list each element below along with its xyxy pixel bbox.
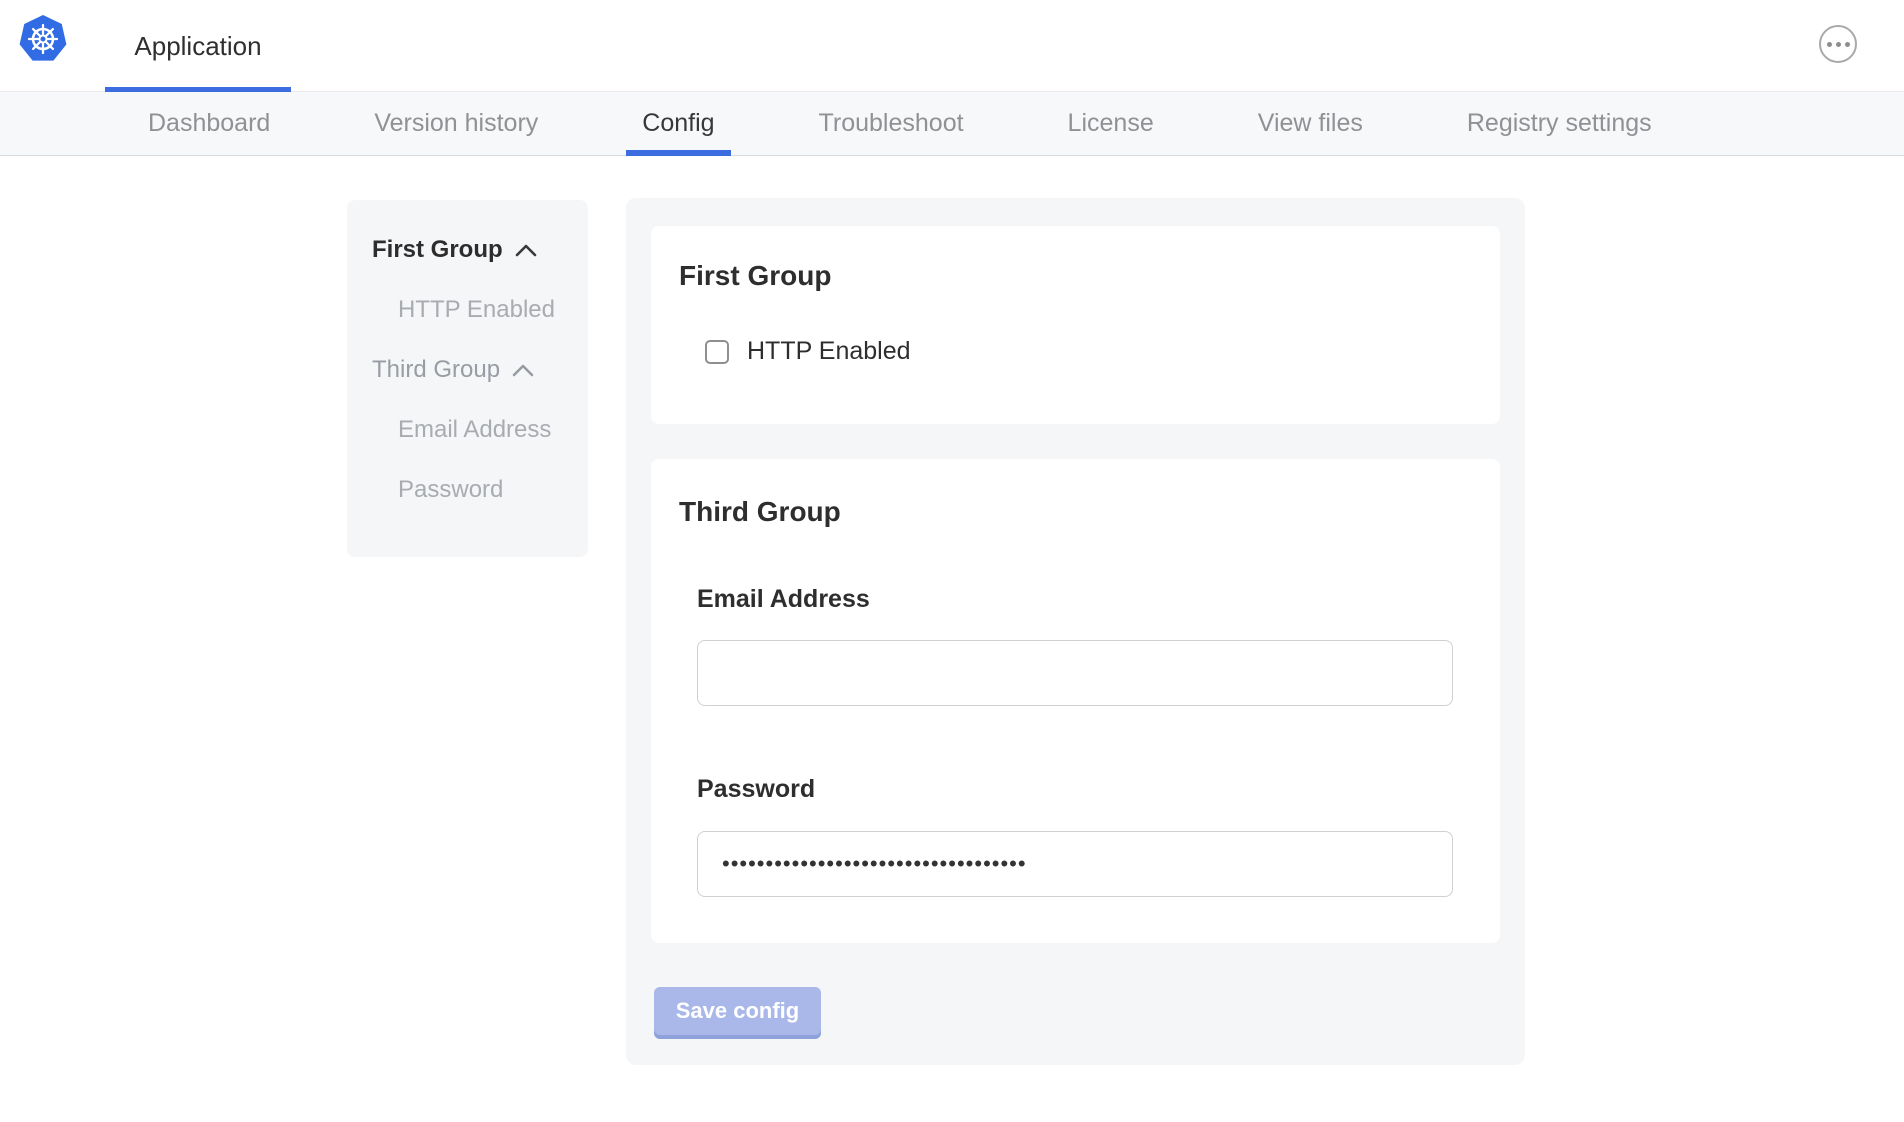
sidebar-item-label: Password: [398, 476, 503, 504]
save-config-button[interactable]: Save config: [654, 987, 821, 1035]
config-group-card-third-group: Third Group Email Address Password: [651, 459, 1500, 943]
tab-label: Troubleshoot: [819, 109, 964, 138]
admin-console-page: Application Dashboard Version history Co…: [0, 0, 1904, 1122]
tab-label: View files: [1258, 109, 1363, 138]
tab-label: Version history: [374, 109, 538, 138]
app-subnav: Dashboard Version history Config Trouble…: [0, 92, 1904, 156]
config-main-area: First Group HTTP Enabled Third Group Ema…: [626, 198, 1525, 1065]
chevron-up-icon: [515, 244, 537, 257]
tab-troubleshoot[interactable]: Troubleshoot: [819, 92, 964, 155]
ellipsis-icon: [1845, 42, 1850, 47]
app-tab-label: Application: [134, 31, 261, 62]
tab-application[interactable]: Application: [105, 0, 291, 92]
password-label: Password: [697, 775, 815, 804]
email-address-label: Email Address: [697, 585, 870, 614]
tab-dashboard[interactable]: Dashboard: [148, 92, 270, 155]
active-tab-underline: [626, 150, 730, 156]
sidebar-item-label: Email Address: [398, 416, 551, 444]
sidebar-group-third-group[interactable]: Third Group: [372, 340, 588, 400]
email-address-input[interactable]: [697, 640, 1453, 706]
group-title: Third Group: [679, 496, 841, 528]
http-enabled-checkbox[interactable]: [705, 340, 729, 364]
sidebar-group-label: Third Group: [372, 356, 500, 384]
password-input[interactable]: [697, 831, 1453, 897]
group-title: First Group: [679, 260, 831, 292]
ellipsis-icon: [1827, 42, 1832, 47]
config-group-card-first-group: First Group HTTP Enabled: [651, 226, 1500, 424]
http-enabled-field: HTTP Enabled: [705, 337, 911, 366]
config-groups-sidebar: First Group HTTP Enabled Third Group Ema…: [347, 200, 588, 557]
tab-version-history[interactable]: Version history: [374, 92, 538, 155]
top-header: Application: [0, 0, 1904, 92]
sidebar-group-first-group[interactable]: First Group: [372, 220, 588, 280]
tab-license[interactable]: License: [1068, 92, 1154, 155]
tab-label: Dashboard: [148, 109, 270, 138]
tab-config[interactable]: Config: [642, 92, 714, 155]
tab-label: Registry settings: [1467, 109, 1652, 138]
ellipsis-icon: [1836, 42, 1841, 47]
sidebar-item-label: HTTP Enabled: [398, 296, 555, 324]
tab-label: Config: [642, 109, 714, 138]
checkbox-label: HTTP Enabled: [747, 337, 911, 366]
more-menu-button[interactable]: [1819, 25, 1857, 63]
sidebar-item-email-address[interactable]: Email Address: [372, 400, 588, 460]
sidebar-item-password[interactable]: Password: [372, 460, 588, 520]
sidebar-group-label: First Group: [372, 236, 503, 264]
tab-label: License: [1068, 109, 1154, 138]
kubernetes-logo-icon: [18, 13, 68, 63]
chevron-up-icon: [512, 364, 534, 377]
sidebar-item-http-enabled[interactable]: HTTP Enabled: [372, 280, 588, 340]
tab-registry-settings[interactable]: Registry settings: [1467, 92, 1652, 155]
tab-view-files[interactable]: View files: [1258, 92, 1363, 155]
